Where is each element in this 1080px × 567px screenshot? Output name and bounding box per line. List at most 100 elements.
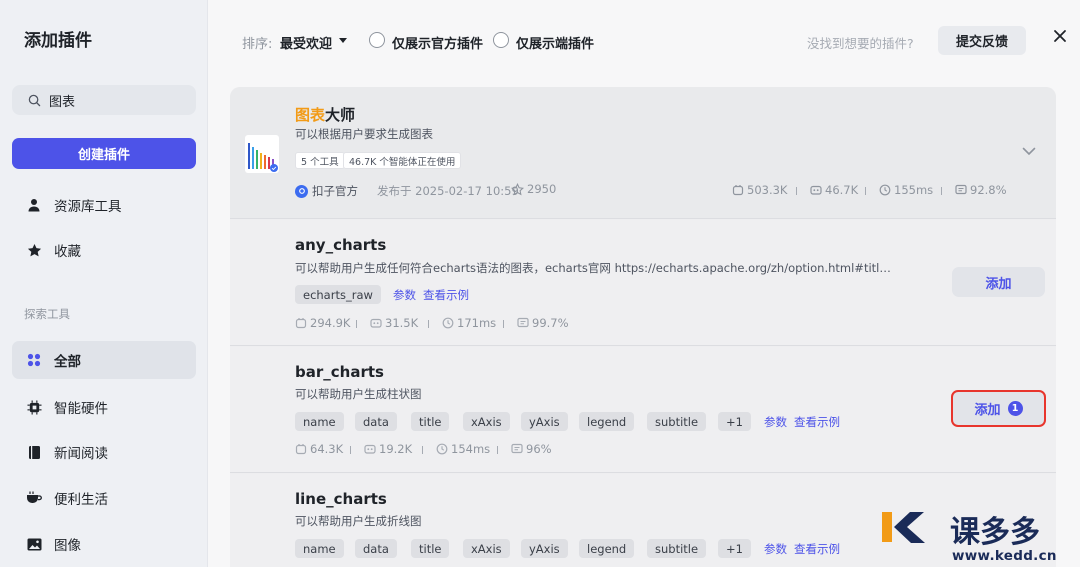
- more-params-tag[interactable]: +1: [718, 412, 751, 431]
- clock-icon: [879, 184, 891, 196]
- sidebar-item-label: 资源库工具: [54, 199, 122, 215]
- publish-date: 发布于 2025-02-17 10:59: [377, 184, 519, 198]
- bot-count: 46.7K: [810, 183, 858, 197]
- divider: [941, 187, 942, 195]
- chevron-down-icon[interactable]: [1022, 147, 1036, 156]
- latency: 154ms: [436, 442, 490, 456]
- plugin-card-chart-master[interactable]: 图表大师 可以根据用户要求生成图表 5 个工具 46.7K 个智能体正在使用 扣…: [230, 87, 1056, 219]
- dialog-title: 添加插件: [24, 31, 92, 51]
- caret-down-icon[interactable]: [339, 38, 347, 44]
- bot-icon: [370, 318, 382, 328]
- param-tag: legend: [579, 539, 635, 558]
- create-plugin-button[interactable]: 创建插件: [12, 138, 196, 169]
- sidebar-item-news-reading[interactable]: 新闻阅读: [12, 433, 196, 471]
- sidebar-item-image[interactable]: 图像: [12, 525, 196, 563]
- call-count: 503.3K: [732, 183, 787, 197]
- bot-icon: [810, 185, 822, 195]
- add-button[interactable]: 添加: [952, 267, 1045, 297]
- message-icon: [511, 443, 523, 454]
- calls-icon: [295, 318, 307, 329]
- params-link[interactable]: 参数: [764, 541, 787, 557]
- official-only-radio[interactable]: [369, 32, 385, 48]
- sidebar-item-smart-hardware[interactable]: 智能硬件: [12, 388, 196, 426]
- param-tag: xAxis: [463, 539, 510, 558]
- divider: [422, 446, 423, 454]
- call-count: 294.9K: [295, 316, 350, 330]
- image-icon: [26, 536, 42, 552]
- sidebar-item-all[interactable]: 全部: [12, 341, 196, 379]
- divider: [497, 446, 498, 454]
- section-label-explore: 探索工具: [24, 307, 70, 321]
- sort-dropdown[interactable]: 最受欢迎: [280, 33, 332, 52]
- star-outline-icon: [511, 182, 524, 195]
- latency: 155ms: [879, 183, 933, 197]
- toolbar: 排序: 最受欢迎 仅展示官方插件 仅展示端插件 没找到想要的插件? 提交反馈: [208, 0, 1080, 80]
- param-tag: xAxis: [463, 412, 510, 431]
- sidebar: 添加插件 图表 创建插件 资源库工具 收藏 探索工具 全部 智能硬件 新闻阅读 …: [0, 0, 208, 567]
- sidebar-item-label: 便利生活: [54, 492, 108, 508]
- plugin-list: 图表大师 可以根据用户要求生成图表 5 个工具 46.7K 个智能体正在使用 扣…: [230, 87, 1056, 567]
- tool-description: 可以帮助用户生成柱状图: [295, 387, 422, 401]
- param-tag: yAxis: [521, 412, 568, 431]
- param-tag: name: [295, 539, 344, 558]
- submit-feedback-button[interactable]: 提交反馈: [938, 26, 1026, 55]
- success-rate: 92.8%: [955, 183, 1007, 197]
- divider: [796, 187, 797, 195]
- params-link[interactable]: 参数: [764, 414, 787, 430]
- view-example-link[interactable]: 查看示例: [423, 287, 469, 303]
- author-name: 扣子官方: [312, 184, 358, 198]
- main-panel: 排序: 最受欢迎 仅展示官方插件 仅展示端插件 没找到想要的插件? 提交反馈 图…: [208, 0, 1080, 567]
- sort-label: 排序:: [242, 37, 273, 52]
- tool-name: line_charts: [295, 490, 387, 508]
- clock-icon: [442, 317, 454, 329]
- star-count-value: 2950: [527, 182, 557, 196]
- author: 扣子官方: [295, 183, 358, 199]
- param-tag: subtitle: [647, 539, 707, 558]
- success-rate: 99.7%: [517, 316, 569, 330]
- clock-icon: [436, 443, 448, 455]
- hint-text: 没找到想要的插件?: [807, 36, 914, 51]
- cup-icon: [26, 490, 42, 506]
- watermark-url: www.kedd.cn: [952, 548, 1057, 564]
- bot-count: 31.5K: [370, 316, 418, 330]
- sidebar-item-label: 收藏: [54, 244, 81, 260]
- sidebar-item-library-tools[interactable]: 资源库工具: [12, 186, 196, 224]
- latency: 171ms: [442, 316, 496, 330]
- grid-icon: [26, 352, 42, 368]
- star-count[interactable]: 2950: [511, 182, 556, 196]
- view-example-link[interactable]: 查看示例: [794, 414, 840, 430]
- more-params-tag[interactable]: +1: [718, 539, 751, 558]
- param-tag: yAxis: [521, 539, 568, 558]
- param-tag: data: [355, 539, 397, 558]
- plugin-description: 可以根据用户要求生成图表: [295, 127, 433, 141]
- tool-description: 可以帮助用户生成任何符合echarts语法的图表，echarts官网 https…: [295, 261, 895, 275]
- official-only-label[interactable]: 仅展示官方插件: [392, 33, 483, 52]
- message-icon: [517, 317, 529, 328]
- param-tag: data: [355, 412, 397, 431]
- param-tag: legend: [579, 412, 635, 431]
- book-icon: [26, 444, 42, 460]
- tool-name: bar_charts: [295, 363, 384, 381]
- tool-row-any-charts: any_charts 可以帮助用户生成任何符合echarts语法的图表，echa…: [230, 220, 1056, 346]
- sidebar-item-label: 新闻阅读: [54, 446, 108, 462]
- view-example-link[interactable]: 查看示例: [794, 541, 840, 557]
- param-tag: title: [411, 412, 450, 431]
- add-button-label: 添加: [974, 403, 1001, 418]
- message-icon: [955, 184, 967, 195]
- add-button-highlighted[interactable]: 添加 1: [951, 390, 1046, 427]
- divider: [865, 187, 866, 195]
- client-only-radio[interactable]: [493, 32, 509, 48]
- plugin-name-rest: 大师: [325, 106, 356, 124]
- divider: [356, 320, 357, 328]
- sidebar-item-label: 智能硬件: [54, 401, 108, 417]
- params-link[interactable]: 参数: [393, 287, 416, 303]
- close-icon[interactable]: [1051, 27, 1069, 45]
- sidebar-item-convenient-life[interactable]: 便利生活: [12, 479, 196, 517]
- success-rate: 96%: [511, 442, 552, 456]
- sidebar-item-favorites[interactable]: 收藏: [12, 231, 196, 269]
- tool-description: 可以帮助用户生成折线图: [295, 514, 422, 528]
- search-input[interactable]: 图表: [12, 85, 196, 115]
- client-only-label[interactable]: 仅展示端插件: [516, 33, 594, 52]
- divider: [350, 446, 351, 454]
- added-count-badge: 1: [1007, 401, 1023, 416]
